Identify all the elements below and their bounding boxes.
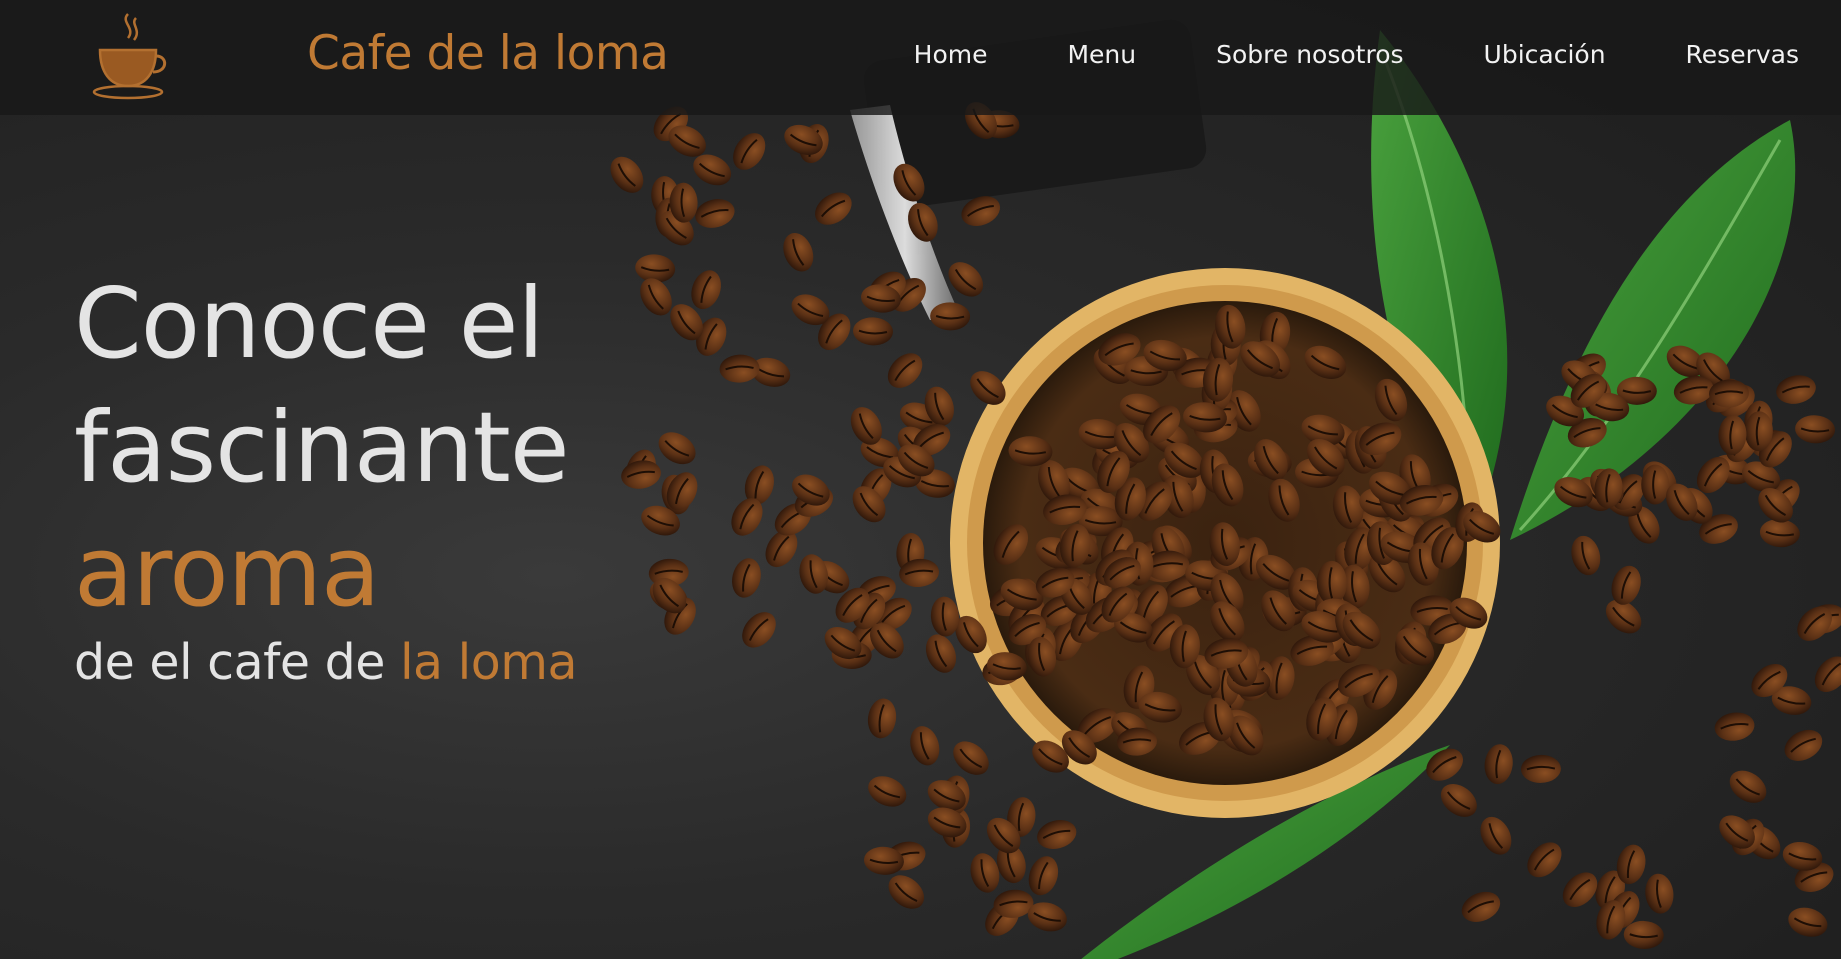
hero-subtitle-accent: la loma bbox=[399, 634, 578, 691]
nav-item-home[interactable]: Home bbox=[914, 40, 988, 69]
coffee-cup-icon[interactable] bbox=[90, 10, 170, 102]
nav-item-sobre-nosotros[interactable]: Sobre nosotros bbox=[1216, 40, 1403, 69]
nav-item-menu[interactable]: Menu bbox=[1067, 40, 1136, 69]
hero-line-accent: aroma bbox=[74, 515, 380, 628]
navbar: Cafe de la loma Home Menu Sobre nosotros… bbox=[0, 0, 1841, 115]
hero-line-2: fascinante bbox=[74, 391, 570, 504]
main-nav: Home Menu Sobre nosotros Ubicación Reser… bbox=[834, 40, 1799, 69]
nav-item-reservas[interactable]: Reservas bbox=[1686, 40, 1799, 69]
hero-headline: Conoce el fascinante aroma bbox=[74, 262, 570, 634]
brand-name[interactable]: Cafe de la loma bbox=[307, 26, 669, 81]
hero-line-1: Conoce el bbox=[74, 267, 544, 380]
hero-subtitle-prefix: de el cafe de bbox=[74, 634, 400, 691]
hero-subtitle: de el cafe de la loma bbox=[74, 634, 578, 691]
nav-item-ubicacion[interactable]: Ubicación bbox=[1484, 40, 1606, 69]
